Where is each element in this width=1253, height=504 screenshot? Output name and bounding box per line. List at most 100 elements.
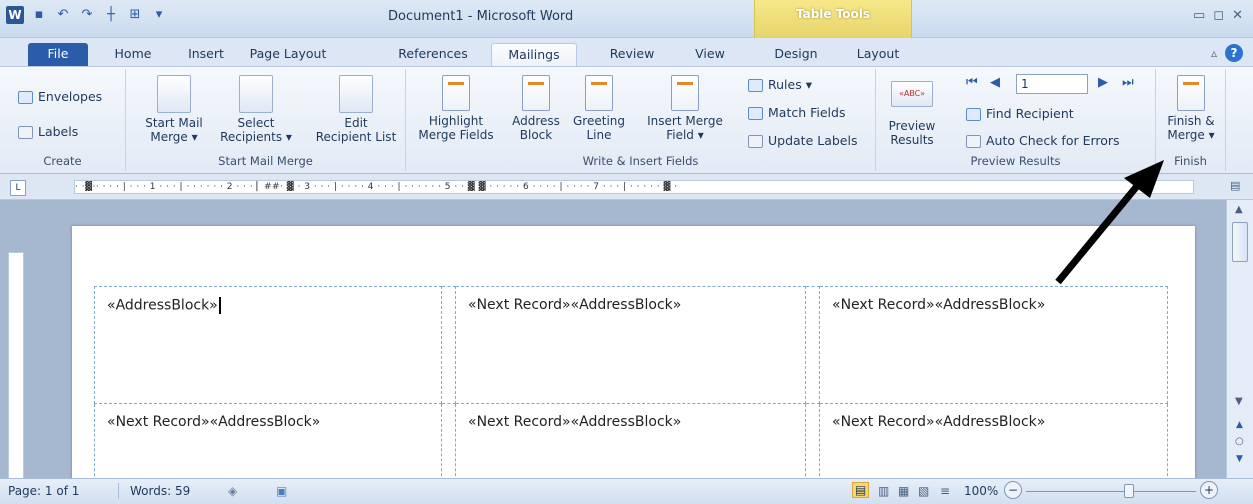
word-logo[interactable]: W	[6, 6, 24, 24]
zoom-level[interactable]: 100%	[964, 484, 998, 498]
org-chart-icon[interactable]: ⊞	[126, 6, 144, 24]
previous-page-icon[interactable]: ▲	[1236, 420, 1243, 430]
restore-icon[interactable]: ◻	[1213, 8, 1224, 23]
ruler-scale[interactable]: · ·▓·· · · · | · · · 1 · · · | · · · · ·…	[74, 180, 1194, 194]
full-screen-reading-icon[interactable]: ▥	[878, 484, 889, 498]
page-count[interactable]: Page: 1 of 1	[8, 484, 79, 498]
select-browse-object-icon[interactable]: ○	[1235, 436, 1244, 447]
zoom-in-button[interactable]: +	[1200, 481, 1218, 499]
zoom-slider[interactable]	[1026, 491, 1196, 492]
tab-insert[interactable]: Insert	[180, 43, 232, 66]
auto-check-errors-button[interactable]: Auto Check for Errors	[966, 133, 1120, 148]
first-record-icon[interactable]: ⏮	[966, 75, 978, 90]
cell-text: «Next Record»«AddressBlock»	[832, 297, 1046, 313]
record-number-input[interactable]: 1	[1016, 74, 1088, 94]
group-label-write-insert: Write & Insert Fields	[582, 154, 699, 168]
tab-file[interactable]: File	[28, 43, 88, 66]
edit-recipient-list-icon	[339, 75, 373, 113]
highlight-merge-fields-button[interactable]: Highlight Merge Fields	[416, 75, 496, 142]
macro-icon[interactable]: ▣	[276, 484, 287, 498]
scroll-thumb[interactable]	[1232, 222, 1248, 262]
highlight-merge-fields-icon	[442, 75, 470, 111]
tab-references[interactable]: References	[388, 43, 478, 66]
preview-results-button[interactable]: «ABC» Preview Results	[880, 75, 944, 147]
group-label-create: Create	[43, 154, 82, 168]
next-record-icon[interactable]: ▶	[1098, 75, 1108, 90]
previous-record-icon[interactable]: ◀	[990, 75, 1000, 90]
print-layout-icon[interactable]: ▤	[852, 482, 870, 498]
envelopes-label: Envelopes	[38, 89, 103, 104]
address-block-button[interactable]: Address Block	[506, 75, 566, 142]
save-icon[interactable]: ▪	[30, 6, 48, 24]
label-cell[interactable]: «Next Record»«AddressBlock»	[820, 286, 1168, 404]
cell-text: «AddressBlock»	[107, 297, 218, 314]
greeting-line-button[interactable]: Greeting Line	[564, 75, 634, 142]
tab-page-layout[interactable]: Page Layout	[245, 43, 331, 66]
web-layout-icon[interactable]: ▦	[898, 484, 909, 498]
next-page-icon[interactable]: ▼	[1236, 454, 1243, 464]
help-area: ▵ ?	[1211, 44, 1243, 62]
document-page[interactable]: «AddressBlock» «Next Record»«AddressBloc…	[72, 226, 1195, 486]
customize-icon[interactable]: ▾	[150, 6, 168, 24]
last-record-icon[interactable]: ⏭	[1122, 75, 1134, 90]
title-bar: W ▪ ↶ ↷ ┼ ⊞ ▾ Document1 - Microsoft Word…	[0, 0, 1253, 38]
find-recipient-label: Find Recipient	[986, 106, 1074, 121]
preview-abc-icon: «ABC»	[891, 81, 933, 107]
spacer-cell	[806, 286, 820, 404]
vertical-scrollbar[interactable]: ▲ ▼ ▲ ○ ▼	[1226, 200, 1253, 478]
labels-button[interactable]: Labels	[18, 124, 78, 139]
redo-icon[interactable]: ↷	[78, 6, 96, 24]
window-controls: ▭ ◻ ✕	[1193, 8, 1243, 23]
word-count[interactable]: Words: 59	[130, 484, 190, 498]
text-cursor	[218, 297, 221, 314]
view-ruler-icon[interactable]: ▤	[1230, 179, 1240, 192]
minimize-ribbon-icon[interactable]: ▵	[1211, 46, 1217, 60]
cell-text: «Next Record»«AddressBlock»	[832, 414, 1046, 430]
ribbon: Envelopes Labels Create Start Mail Merge…	[0, 66, 1253, 174]
rules-label: Rules ▾	[768, 77, 812, 92]
tab-selector[interactable]: L	[10, 180, 26, 196]
rules-button[interactable]: Rules ▾	[748, 77, 812, 92]
update-labels-icon	[748, 135, 763, 148]
tab-layout[interactable]: Layout	[850, 43, 906, 66]
group-create: Envelopes Labels Create	[0, 69, 126, 171]
greeting-line1: Greeting	[573, 114, 625, 128]
label-cell[interactable]: «Next Record»«AddressBlock»	[94, 404, 442, 486]
close-icon[interactable]: ✕	[1232, 8, 1243, 23]
vertical-ruler[interactable]	[8, 252, 24, 482]
status-divider	[118, 483, 119, 499]
label-cell[interactable]: «Next Record»«AddressBlock»	[820, 404, 1168, 486]
scroll-down-icon[interactable]: ▼	[1235, 396, 1243, 407]
help-icon[interactable]: ?	[1225, 44, 1243, 62]
minimize-icon[interactable]: ▭	[1193, 8, 1205, 23]
proofing-icon[interactable]: ◈	[228, 484, 237, 498]
label-cell[interactable]: «Next Record»«AddressBlock»	[456, 286, 806, 404]
tab-view[interactable]: View	[688, 43, 732, 66]
edit-recipient-list-button[interactable]: Edit Recipient List	[306, 75, 406, 144]
zoom-slider-thumb[interactable]	[1124, 484, 1134, 498]
insert-table-icon[interactable]: ┼	[102, 6, 120, 24]
envelopes-button[interactable]: Envelopes	[18, 89, 102, 104]
label-cell[interactable]: «AddressBlock»	[94, 286, 442, 404]
zoom-out-button[interactable]: −	[1004, 481, 1022, 499]
insert-merge-line2: Field ▾	[666, 128, 704, 142]
finish-merge-button[interactable]: Finish & Merge ▾	[1158, 75, 1224, 142]
finish-line2: Merge ▾	[1167, 128, 1215, 142]
insert-merge-field-button[interactable]: Insert Merge Field ▾	[640, 75, 730, 142]
tab-review[interactable]: Review	[604, 43, 660, 66]
label-cell[interactable]: «Next Record»«AddressBlock»	[456, 404, 806, 486]
start-mail-merge-button[interactable]: Start Mail Merge ▾	[134, 75, 214, 144]
tab-design[interactable]: Design	[768, 43, 824, 66]
undo-icon[interactable]: ↶	[54, 6, 72, 24]
update-labels-button[interactable]: Update Labels	[748, 133, 857, 148]
select-recipients-button[interactable]: Select Recipients ▾	[206, 75, 306, 144]
find-recipient-button[interactable]: Find Recipient	[966, 106, 1074, 121]
scroll-up-icon[interactable]: ▲	[1235, 204, 1243, 215]
match-fields-button[interactable]: Match Fields	[748, 105, 845, 120]
match-fields-icon	[748, 107, 763, 120]
draft-icon[interactable]: ≡	[940, 484, 950, 498]
outline-icon[interactable]: ▧	[918, 484, 929, 498]
tab-home[interactable]: Home	[108, 43, 158, 66]
group-finish: Finish & Merge ▾ Finish	[1156, 69, 1226, 171]
tab-mailings[interactable]: Mailings	[491, 43, 577, 66]
